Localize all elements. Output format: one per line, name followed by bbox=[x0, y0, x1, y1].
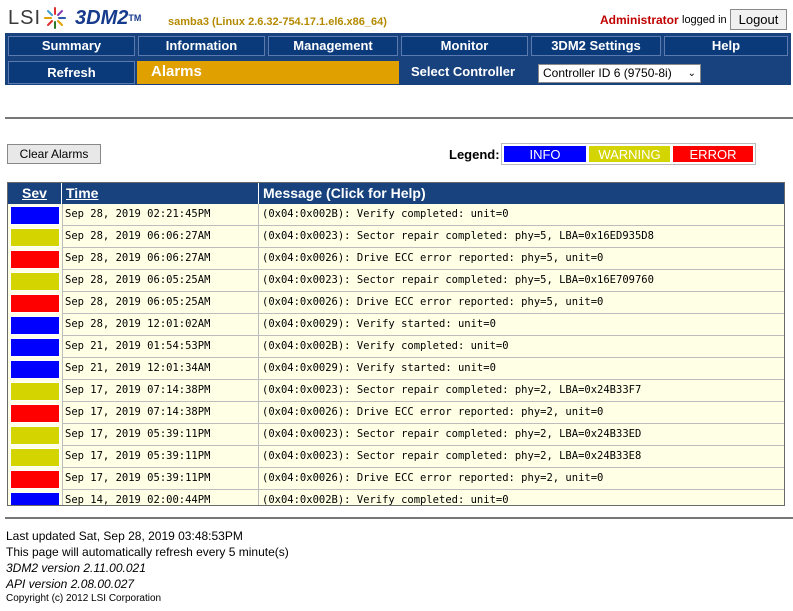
tab-summary[interactable]: Summary bbox=[8, 36, 135, 56]
refresh-button[interactable]: Refresh bbox=[8, 61, 135, 84]
table-row[interactable]: Sep 28, 2019 06:06:27AM (0x04:0x0023): Se… bbox=[8, 226, 784, 248]
alarm-time: Sep 28, 2019 06:05:25AM bbox=[62, 270, 259, 292]
severity-indicator bbox=[10, 272, 60, 291]
column-sev[interactable]: Sev bbox=[8, 183, 62, 204]
table-row[interactable]: Sep 17, 2019 05:39:11PM (0x04:0x0023): Se… bbox=[8, 424, 784, 446]
table-row[interactable]: Sep 28, 2019 02:21:45PM (0x04:0x002B): Ve… bbox=[8, 204, 784, 226]
alarm-message[interactable]: (0x04:0x0023): Sector repair completed: … bbox=[259, 226, 784, 248]
alarm-message[interactable]: (0x04:0x0026): Drive ECC error reported:… bbox=[259, 248, 784, 270]
divider-top bbox=[5, 117, 793, 119]
copyright: Copyright (c) 2012 LSI Corporation bbox=[6, 593, 162, 604]
logo-text: LSI bbox=[8, 6, 42, 29]
legend-label: Legend: bbox=[449, 147, 500, 162]
alarm-time: Sep 17, 2019 05:39:11PM bbox=[62, 424, 259, 446]
controller-select[interactable]: Controller ID 6 (9750-8i) ⌄ bbox=[538, 64, 701, 83]
tab-3dm2-settings[interactable]: 3DM2 Settings bbox=[531, 36, 661, 56]
alarm-message[interactable]: (0x04:0x002B): Verify completed: unit=0 bbox=[259, 336, 784, 358]
refresh-note: This page will automatically refresh eve… bbox=[6, 545, 289, 559]
severity-indicator bbox=[10, 294, 60, 313]
alarm-message[interactable]: (0x04:0x0026): Drive ECC error reported:… bbox=[259, 402, 784, 424]
table-row[interactable]: Sep 21, 2019 12:01:34AM (0x04:0x0029): Ve… bbox=[8, 358, 784, 380]
alarm-time: Sep 28, 2019 02:21:45PM bbox=[62, 204, 259, 226]
table-header: Sev Time Message (Click for Help) bbox=[8, 183, 784, 204]
column-message: Message (Click for Help) bbox=[263, 185, 426, 201]
alarm-message[interactable]: (0x04:0x0026): Drive ECC error reported:… bbox=[259, 292, 784, 314]
severity-indicator bbox=[10, 206, 60, 225]
alarm-message[interactable]: (0x04:0x0023): Sector repair completed: … bbox=[259, 424, 784, 446]
alarm-time: Sep 28, 2019 12:01:02AM bbox=[62, 314, 259, 336]
alarm-message[interactable]: (0x04:0x0026): Drive ECC error reported:… bbox=[259, 468, 784, 490]
alarm-message[interactable]: (0x04:0x002B): Verify completed: unit=0 bbox=[259, 490, 784, 505]
table-row[interactable]: Sep 17, 2019 05:39:11PM (0x04:0x0026): Dr… bbox=[8, 468, 784, 490]
alarm-message[interactable]: (0x04:0x0023): Sector repair completed: … bbox=[259, 446, 784, 468]
starburst-icon bbox=[44, 7, 67, 29]
table-row[interactable]: Sep 17, 2019 07:14:38PM (0x04:0x0023): Se… bbox=[8, 380, 784, 402]
severity-indicator bbox=[10, 382, 60, 401]
table-row[interactable]: Sep 17, 2019 05:39:11PM (0x04:0x0023): Se… bbox=[8, 446, 784, 468]
alarm-message[interactable]: (0x04:0x002B): Verify completed: unit=0 bbox=[259, 204, 784, 226]
severity-indicator bbox=[10, 250, 60, 269]
alarm-time: Sep 28, 2019 06:06:27AM bbox=[62, 248, 259, 270]
alarm-time: Sep 17, 2019 07:14:38PM bbox=[62, 380, 259, 402]
alarm-message[interactable]: (0x04:0x0023): Sector repair completed: … bbox=[259, 270, 784, 292]
table-row[interactable]: Sep 21, 2019 01:54:53PM (0x04:0x002B): Ve… bbox=[8, 336, 784, 358]
alarm-time: Sep 21, 2019 01:54:53PM bbox=[62, 336, 259, 358]
alarm-message[interactable]: (0x04:0x0023): Sector repair completed: … bbox=[259, 380, 784, 402]
divider-bottom bbox=[5, 517, 793, 519]
alarm-time: Sep 17, 2019 05:39:11PM bbox=[62, 446, 259, 468]
controller-select-value: Controller ID 6 (9750-8i) bbox=[543, 66, 672, 80]
username: Administrator bbox=[600, 13, 679, 27]
chevron-down-icon: ⌄ bbox=[687, 68, 696, 79]
severity-indicator bbox=[10, 338, 60, 357]
table-row[interactable]: Sep 17, 2019 07:14:38PM (0x04:0x0026): Dr… bbox=[8, 402, 784, 424]
alarm-time: Sep 28, 2019 06:06:27AM bbox=[62, 226, 259, 248]
table-row[interactable]: Sep 14, 2019 02:00:44PM (0x04:0x002B): Ve… bbox=[8, 490, 784, 505]
alarms-table[interactable]: Sev Time Message (Click for Help) Sep 28… bbox=[7, 182, 785, 506]
version-info: 3DM2 version 2.11.00.021 bbox=[6, 561, 146, 575]
clear-alarms-button[interactable]: Clear Alarms bbox=[7, 144, 101, 164]
column-time[interactable]: Time bbox=[62, 183, 259, 204]
current-page-alarms: Alarms bbox=[137, 61, 399, 84]
logout-button[interactable]: Logout bbox=[730, 9, 787, 30]
table-row[interactable]: Sep 28, 2019 12:01:02AM (0x04:0x0029): Ve… bbox=[8, 314, 784, 336]
legend-error: ERROR bbox=[672, 145, 754, 163]
tab-help[interactable]: Help bbox=[664, 36, 788, 56]
alarm-message[interactable]: (0x04:0x0029): Verify started: unit=0 bbox=[259, 314, 784, 336]
last-updated: Last updated Sat, Sep 28, 2019 03:48:53P… bbox=[6, 529, 243, 543]
alarm-time: Sep 17, 2019 07:14:38PM bbox=[62, 402, 259, 424]
severity-indicator bbox=[10, 360, 60, 379]
alarm-message[interactable]: (0x04:0x0029): Verify started: unit=0 bbox=[259, 358, 784, 380]
app-header: LSI 3DM2 TM samba3 (Linux 2.6.32-754.17.… bbox=[0, 0, 793, 33]
api-version-info: API version 2.08.00.027 bbox=[6, 577, 135, 591]
trademark: TM bbox=[128, 13, 142, 23]
main-nav: Summary Information Management Monitor 3… bbox=[5, 33, 791, 85]
severity-indicator bbox=[10, 448, 60, 467]
severity-indicator bbox=[10, 492, 60, 505]
tab-monitor[interactable]: Monitor bbox=[401, 36, 528, 56]
lsi-logo: LSI 3DM2 TM bbox=[8, 5, 141, 31]
table-row[interactable]: Sep 28, 2019 06:05:25AM (0x04:0x0023): Se… bbox=[8, 270, 784, 292]
legend-info: INFO bbox=[503, 145, 587, 163]
alarm-time: Sep 28, 2019 06:05:25AM bbox=[62, 292, 259, 314]
tab-information[interactable]: Information bbox=[138, 36, 265, 56]
severity-indicator bbox=[10, 404, 60, 423]
alarm-time: Sep 17, 2019 05:39:11PM bbox=[62, 468, 259, 490]
select-controller-label: Select Controller bbox=[411, 64, 516, 79]
table-row[interactable]: Sep 28, 2019 06:06:27AM (0x04:0x0026): Dr… bbox=[8, 248, 784, 270]
logged-in-label: logged in bbox=[682, 14, 727, 26]
severity-indicator bbox=[10, 316, 60, 335]
legend-warning: WARNING bbox=[588, 145, 671, 163]
tab-management[interactable]: Management bbox=[268, 36, 398, 56]
severity-indicator bbox=[10, 470, 60, 489]
severity-indicator bbox=[10, 426, 60, 445]
product-name: 3DM2 bbox=[75, 6, 129, 29]
table-row[interactable]: Sep 28, 2019 06:05:25AM (0x04:0x0026): Dr… bbox=[8, 292, 784, 314]
severity-indicator bbox=[10, 228, 60, 247]
alarm-time: Sep 21, 2019 12:01:34AM bbox=[62, 358, 259, 380]
alarm-time: Sep 14, 2019 02:00:44PM bbox=[62, 490, 259, 505]
host-info: samba3 (Linux 2.6.32-754.17.1.el6.x86_64… bbox=[168, 16, 387, 28]
